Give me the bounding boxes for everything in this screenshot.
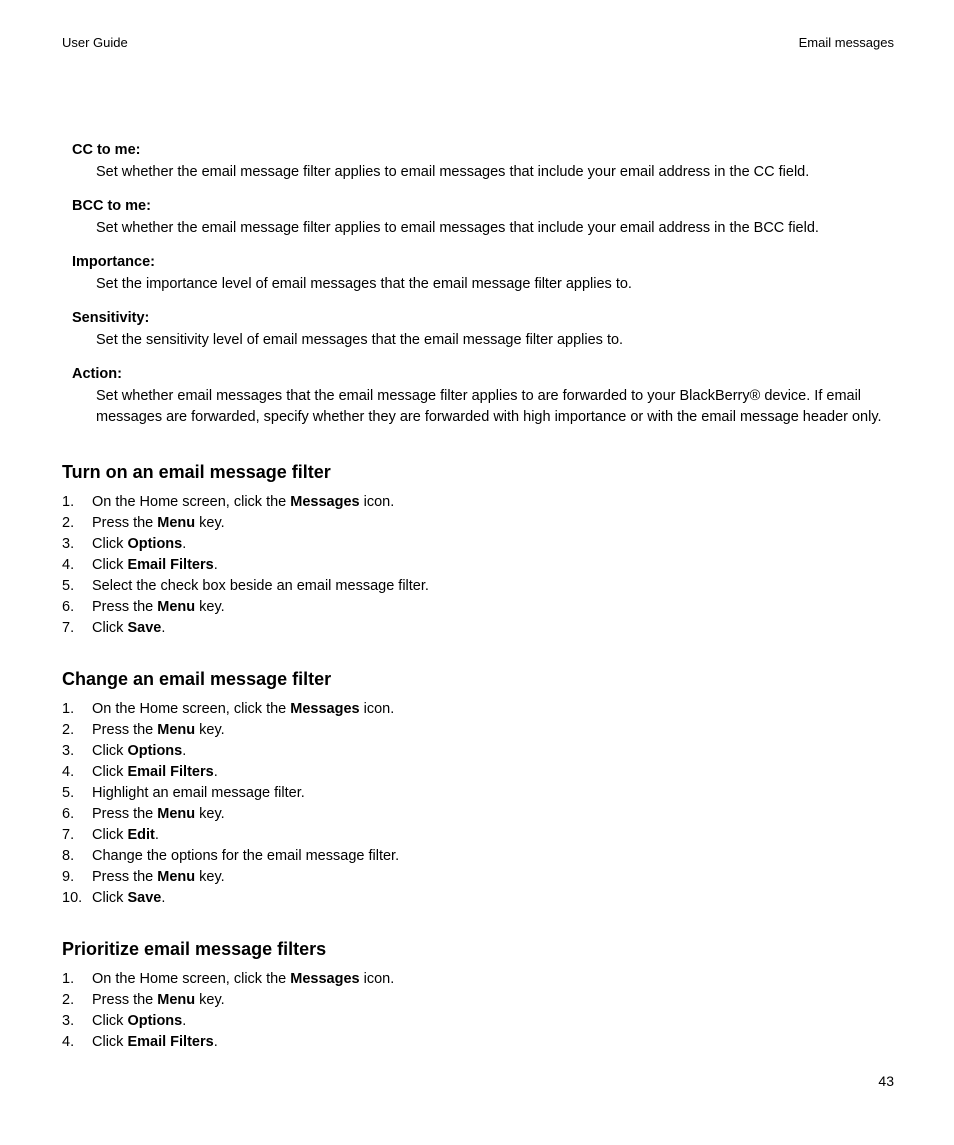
section: Prioritize email message filters On the H… bbox=[62, 939, 894, 1053]
definition-term: CC to me: bbox=[72, 142, 894, 158]
step-item: Press the Menu key. bbox=[62, 804, 894, 825]
step-item: Click Email Filters. bbox=[62, 555, 894, 576]
section-heading: Turn on an email message filter bbox=[62, 462, 894, 483]
definition-description: Set whether the email message filter app… bbox=[96, 162, 894, 183]
definition-term: Sensitivity: bbox=[72, 310, 894, 326]
step-item: Select the check box beside an email mes… bbox=[62, 576, 894, 597]
step-item: Highlight an email message filter. bbox=[62, 783, 894, 804]
step-item: Click Edit. bbox=[62, 825, 894, 846]
section: Change an email message filter On the Hom… bbox=[62, 669, 894, 909]
page: User Guide Email messages CC to me: Set w… bbox=[0, 0, 954, 1053]
definition-term: BCC to me: bbox=[72, 198, 894, 214]
definition-description: Set whether the email message filter app… bbox=[96, 218, 894, 239]
step-item: Click Options. bbox=[62, 534, 894, 555]
step-item: On the Home screen, click the Messages i… bbox=[62, 492, 894, 513]
definition-term: Action: bbox=[72, 366, 894, 382]
definition-description: Set whether email messages that the emai… bbox=[96, 386, 894, 428]
definition-item: Importance: Set the importance level of e… bbox=[72, 254, 894, 295]
step-item: On the Home screen, click the Messages i… bbox=[62, 969, 894, 990]
step-item: Press the Menu key. bbox=[62, 597, 894, 618]
step-item: Click Email Filters. bbox=[62, 762, 894, 783]
section-heading: Change an email message filter bbox=[62, 669, 894, 690]
step-item: Click Options. bbox=[62, 741, 894, 762]
steps-list: On the Home screen, click the Messages i… bbox=[62, 492, 894, 639]
steps-list: On the Home screen, click the Messages i… bbox=[62, 699, 894, 909]
definition-item: Action: Set whether email messages that t… bbox=[72, 366, 894, 428]
step-item: Press the Menu key. bbox=[62, 867, 894, 888]
header-right: Email messages bbox=[799, 35, 894, 50]
step-item: Press the Menu key. bbox=[62, 990, 894, 1011]
steps-list: On the Home screen, click the Messages i… bbox=[62, 969, 894, 1053]
step-item: Click Save. bbox=[62, 618, 894, 639]
page-header: User Guide Email messages bbox=[62, 35, 894, 50]
step-item: Click Save. bbox=[62, 888, 894, 909]
step-item: Change the options for the email message… bbox=[62, 846, 894, 867]
definition-term: Importance: bbox=[72, 254, 894, 270]
definition-description: Set the sensitivity level of email messa… bbox=[96, 330, 894, 351]
step-item: Press the Menu key. bbox=[62, 720, 894, 741]
step-item: On the Home screen, click the Messages i… bbox=[62, 699, 894, 720]
step-item: Click Email Filters. bbox=[62, 1032, 894, 1053]
definition-item: Sensitivity: Set the sensitivity level of… bbox=[72, 310, 894, 351]
step-item: Click Options. bbox=[62, 1011, 894, 1032]
section: Turn on an email message filter On the Ho… bbox=[62, 462, 894, 639]
header-left: User Guide bbox=[62, 35, 128, 50]
step-item: Press the Menu key. bbox=[62, 513, 894, 534]
definition-item: CC to me: Set whether the email message f… bbox=[72, 142, 894, 183]
definitions-list: CC to me: Set whether the email message f… bbox=[72, 142, 894, 428]
sections-container: Turn on an email message filter On the Ho… bbox=[62, 462, 894, 1053]
definition-description: Set the importance level of email messag… bbox=[96, 274, 894, 295]
definition-item: BCC to me: Set whether the email message … bbox=[72, 198, 894, 239]
page-number: 43 bbox=[878, 1073, 894, 1089]
section-heading: Prioritize email message filters bbox=[62, 939, 894, 960]
